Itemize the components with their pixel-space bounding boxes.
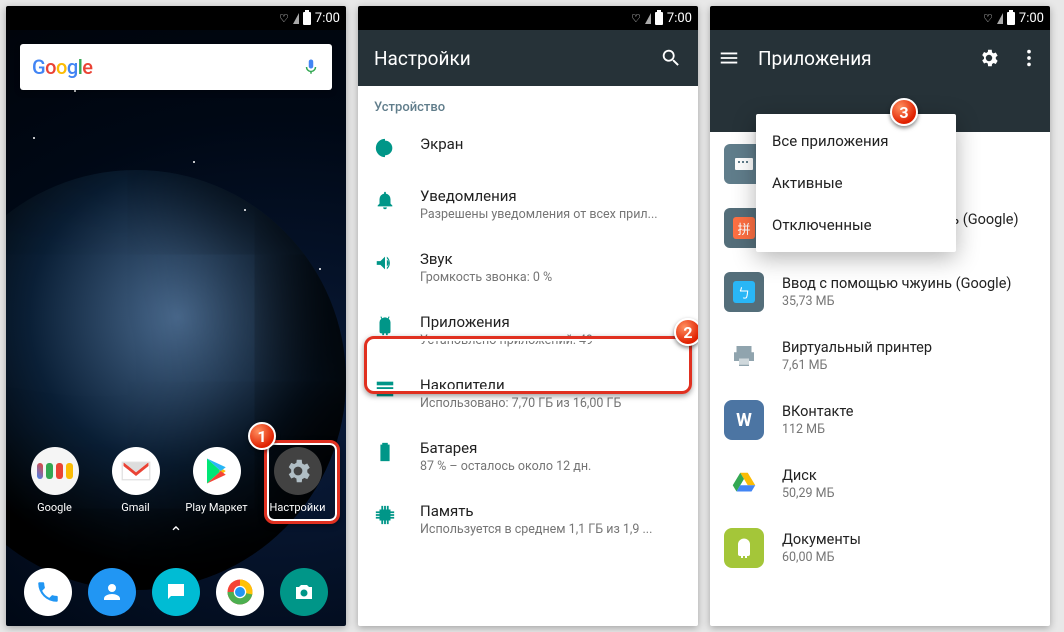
android-icon — [374, 315, 396, 337]
app-size: 7,61 МБ — [782, 358, 932, 373]
row-sub: Используется в среднем 1,1 ГБ из 1,9 ... — [420, 522, 652, 537]
settings-appbar: Настройки — [358, 30, 698, 86]
settings-row-memory[interactable]: Память Используется в среднем 1,1 ГБ из 1… — [358, 488, 698, 551]
phone-apps: ♡ 7:00 Приложения Google) 拼 Ввод с помощ… — [710, 6, 1050, 626]
keyboard-icon: ㄅ — [724, 272, 764, 312]
app-google-folder[interactable]: Google — [23, 447, 87, 514]
app-size: 112 МБ — [782, 422, 853, 437]
signal-icon — [997, 13, 1003, 24]
google-logo: Google — [32, 55, 93, 79]
battery-icon — [374, 441, 396, 463]
filter-popup: Все приложения Активные Отключенные — [756, 114, 956, 252]
app-drawer-handle[interactable]: ⌃ — [169, 523, 182, 542]
app-row[interactable]: ㄅ Ввод с помощью чжуинь (Google) 35,73 МБ — [710, 260, 1050, 324]
settings-row-display[interactable]: Экран — [358, 121, 698, 173]
clock: 7:00 — [1019, 11, 1044, 26]
app-label: Play Маркет — [185, 501, 249, 514]
app-row[interactable]: Документы 60,00 МБ — [710, 516, 1050, 580]
memory-icon — [374, 504, 396, 526]
app-size: 60,00 МБ — [782, 550, 861, 565]
wifi-icon: ♡ — [631, 12, 641, 25]
callout-ring-1 — [264, 440, 340, 524]
clock: 7:00 — [315, 11, 340, 26]
row-sub: 87 % – осталось около 12 дн. — [420, 459, 591, 474]
volume-icon — [374, 252, 396, 274]
wifi-icon: ♡ — [983, 12, 993, 25]
gear-icon[interactable] — [978, 47, 1002, 69]
app-label: Gmail — [104, 501, 168, 514]
dock — [6, 568, 346, 616]
app-size: 35,73 МБ — [782, 294, 1011, 309]
overflow-icon[interactable] — [1018, 47, 1042, 69]
google-search-bar[interactable]: Google — [20, 44, 332, 90]
app-play-store[interactable]: Play Маркет — [185, 447, 249, 514]
dock-camera[interactable] — [280, 568, 328, 616]
dock-messages[interactable] — [152, 568, 200, 616]
row-title: Звук — [420, 250, 552, 268]
row-title: Приложения — [420, 313, 593, 331]
phone-home: ♡ 7:00 Google Google Gmail — [6, 6, 346, 626]
row-title: Экран — [420, 135, 463, 153]
app-row[interactable]: Диск 50,29 МБ — [710, 452, 1050, 516]
status-bar: ♡ 7:00 — [710, 6, 1050, 30]
battery-icon — [655, 12, 663, 25]
home-screen: Google Google Gmail Play Маркет Настройк… — [6, 30, 346, 626]
app-name: Ввод с помощью чжуинь (Google) — [782, 275, 1011, 292]
printer-icon — [724, 336, 764, 376]
app-size: 50,29 МБ — [782, 486, 834, 501]
battery-icon — [1007, 12, 1015, 25]
app-row[interactable]: Виртуальный принтер 7,61 МБ — [710, 324, 1050, 388]
mic-icon[interactable] — [302, 58, 320, 76]
clock: 7:00 — [667, 11, 692, 26]
vk-icon: W — [724, 400, 764, 440]
settings-row-battery[interactable]: Батарея 87 % – осталось около 12 дн. — [358, 425, 698, 488]
bell-icon — [374, 189, 396, 211]
dock-chrome[interactable] — [216, 568, 264, 616]
popup-item-all[interactable]: Все приложения — [756, 120, 956, 162]
row-sub: Использовано: 7,70 ГБ из 16,00 ГБ — [420, 396, 621, 411]
apps-title: Приложения — [758, 47, 962, 70]
dock-contacts[interactable] — [88, 568, 136, 616]
popup-item-disabled[interactable]: Отключенные — [756, 204, 956, 246]
row-title: Память — [420, 502, 652, 520]
app-row[interactable]: W ВКонтакте 112 МБ — [710, 388, 1050, 452]
battery-icon — [303, 12, 311, 25]
phone-settings: ♡ 7:00 Настройки Устройство Экран Уведом… — [358, 6, 698, 626]
callout-badge-3: 3 — [890, 98, 918, 126]
signal-icon — [293, 13, 299, 24]
status-bar: ♡ 7:00 — [358, 6, 698, 30]
wifi-icon: ♡ — [279, 12, 289, 25]
row-sub: Разрешены уведомления от всех прил... — [420, 207, 658, 222]
app-name: Диск — [782, 467, 834, 484]
hamburger-icon[interactable] — [718, 47, 742, 69]
callout-ring-2 — [364, 336, 692, 394]
dock-phone[interactable] — [24, 568, 72, 616]
row-title: Батарея — [420, 439, 591, 457]
drive-icon — [724, 464, 764, 504]
app-gmail[interactable]: Gmail — [104, 447, 168, 514]
settings-title: Настройки — [374, 47, 471, 70]
callout-badge-2: 2 — [674, 318, 698, 346]
app-name: Документы — [782, 531, 861, 548]
app-name: Виртуальный принтер — [782, 339, 932, 356]
status-bar: ♡ 7:00 — [6, 6, 346, 30]
app-name: ВКонтакте — [782, 403, 853, 420]
settings-row-notifications[interactable]: Уведомления Разрешены уведомления от всех… — [358, 173, 698, 236]
display-icon — [374, 137, 396, 159]
section-header: Устройство — [358, 86, 698, 121]
search-icon[interactable] — [660, 47, 682, 69]
app-label: Google — [23, 501, 87, 514]
signal-icon — [645, 13, 651, 24]
settings-row-sound[interactable]: Звук Громкость звонка: 0 % — [358, 236, 698, 299]
apps-appbar: Приложения — [710, 30, 1050, 86]
android-icon — [724, 528, 764, 568]
row-title: Уведомления — [420, 187, 658, 205]
row-sub: Громкость звонка: 0 % — [420, 270, 552, 285]
callout-badge-1: 1 — [248, 422, 276, 450]
popup-item-active[interactable]: Активные — [756, 162, 956, 204]
